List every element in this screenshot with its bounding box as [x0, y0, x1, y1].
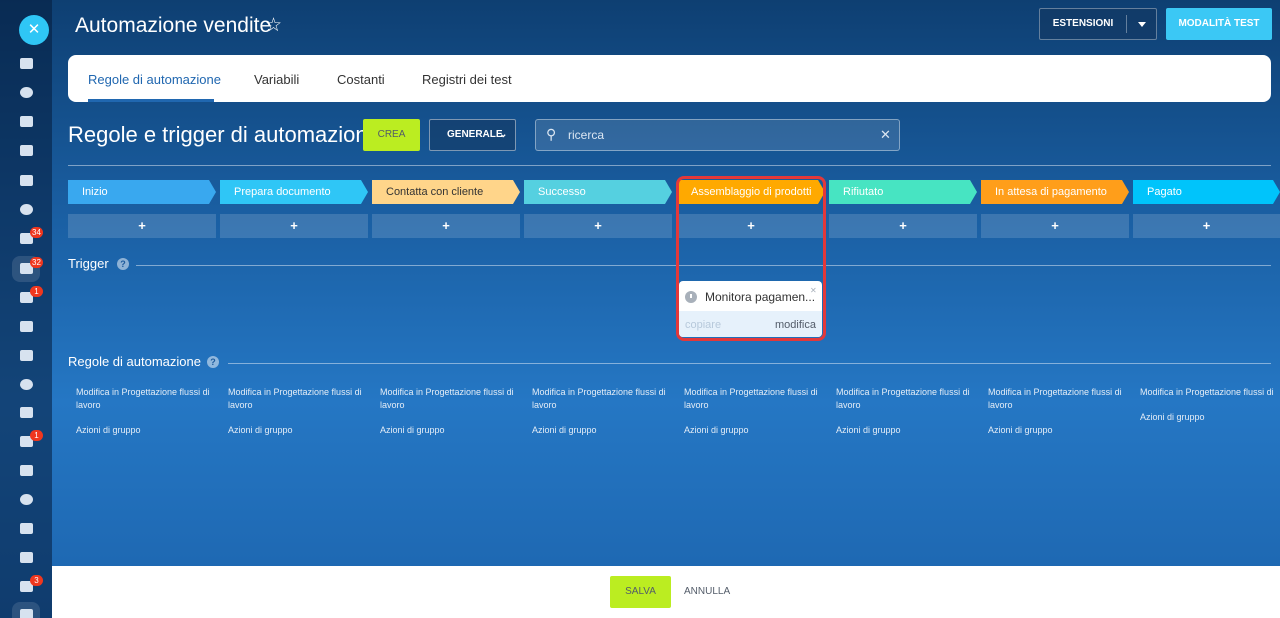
edit-in-workflow-designer-link[interactable]: Modifica in Progettazione flussi di lavo…: [532, 387, 666, 410]
edit-in-workflow-designer-link[interactable]: Modifica in Progettazione flussi di lavo…: [684, 387, 818, 410]
nodes-icon[interactable]: [18, 86, 34, 100]
trigger-card-header[interactable]: Monitora pagamen... ✕: [679, 281, 822, 311]
stage-in-attesa-di-pagamento[interactable]: In attesa di pagamento: [981, 180, 1129, 204]
clock-icon: [685, 291, 697, 303]
stage-successo[interactable]: Successo: [524, 180, 672, 204]
tab-constants[interactable]: Costanti: [337, 72, 385, 87]
group-actions-link[interactable]: Azioni di gruppo: [988, 424, 1130, 437]
rule-column: Modifica in Progettazione flussi di lavo…: [76, 386, 218, 437]
robot-badge: 3: [30, 575, 43, 586]
edit-in-workflow-designer-link[interactable]: Modifica in Progettazione flussi di lavo…: [988, 387, 1122, 410]
add-rule-button[interactable]: +: [1133, 214, 1280, 238]
stage-pagato[interactable]: Pagato: [1133, 180, 1280, 204]
group-actions-link[interactable]: Azioni di gruppo: [76, 424, 218, 437]
add-rule-button[interactable]: +: [524, 214, 672, 238]
chat-icon[interactable]: [18, 144, 34, 158]
tabs-panel: Regole di automazione Variabili Costanti…: [68, 55, 1271, 102]
close-icon[interactable]: ✕: [19, 15, 49, 45]
active-tab-indicator: [88, 99, 214, 102]
add-rule-button[interactable]: +: [829, 214, 977, 238]
stage-inizio[interactable]: Inizio: [68, 180, 216, 204]
rule-column: Modifica in Progettazione flussi di lavo…: [228, 386, 370, 437]
left-sidebar: ✕ 34 32 1 1 3: [0, 0, 52, 618]
rules-section-title: Regole di automazione: [68, 354, 201, 369]
home-icon[interactable]: [18, 57, 34, 71]
add-rule-button[interactable]: +: [220, 214, 368, 238]
target-icon[interactable]: [18, 203, 34, 217]
caret-down-icon[interactable]: [1138, 22, 1146, 27]
cancel-button[interactable]: ANNULLA: [684, 576, 730, 608]
trigger-card-actions: copiare modifica: [679, 311, 822, 337]
edit-link[interactable]: modifica: [775, 319, 816, 331]
footer-bar: SALVA ANNULLA: [52, 566, 1280, 618]
divider: [228, 363, 1271, 364]
section-title: Regole e trigger di automazione: [68, 122, 380, 147]
rule-column: Modifica in Progettazione flussi di lavo…: [836, 386, 978, 437]
star-outline-icon[interactable]: ☆: [265, 14, 282, 37]
stage-rifiutato[interactable]: Rifiutato: [829, 180, 977, 204]
rule-column: Modifica in Progettazione flussi di lavo…: [532, 386, 674, 437]
tab-test-logs[interactable]: Registri dei test: [422, 72, 512, 87]
extensions-label: ESTENSIONI: [1052, 18, 1114, 29]
tab-automation-rules[interactable]: Regole di automazione: [88, 72, 221, 87]
edit-in-workflow-designer-link[interactable]: Modifica in Progettazione flussi di lavo…: [1140, 387, 1276, 397]
analytics-icon[interactable]: [18, 493, 34, 507]
trigger-name: Monitora pagamen...: [705, 290, 816, 304]
rule-column: Modifica in Progettazione flussi di lavo…: [988, 386, 1130, 437]
stage-contatta-con-cliente[interactable]: Contatta con cliente: [372, 180, 520, 204]
tasks-badge: 34: [30, 227, 43, 238]
trigger-card[interactable]: Monitora pagamen... ✕ copiare modifica: [679, 281, 822, 337]
help-icon[interactable]: ?: [117, 258, 129, 270]
general-filter-label: GENERALE: [447, 129, 503, 140]
document-icon[interactable]: [18, 406, 34, 420]
copy-link[interactable]: copiare: [685, 319, 721, 331]
add-rule-button[interactable]: +: [981, 214, 1129, 238]
tab-variables[interactable]: Variabili: [254, 72, 299, 87]
feed-icon[interactable]: [18, 115, 34, 129]
extensions-button[interactable]: ESTENSIONI: [1039, 8, 1157, 40]
rule-column: Modifica in Progettazione flussi di lavo…: [1140, 386, 1276, 424]
edit-in-workflow-designer-link[interactable]: Modifica in Progettazione flussi di lavo…: [228, 387, 362, 410]
edit-in-workflow-designer-link[interactable]: Modifica in Progettazione flussi di lavo…: [836, 387, 970, 410]
create-button[interactable]: CREA: [363, 119, 420, 151]
people-icon[interactable]: [18, 378, 34, 392]
add-rule-button[interactable]: +: [68, 214, 216, 238]
search-box: ⚲ ✕: [535, 119, 900, 151]
contacts-badge: 1: [30, 286, 43, 297]
cart-icon[interactable]: [18, 522, 34, 536]
rule-column: Modifica in Progettazione flussi di lavo…: [684, 386, 826, 437]
add-rule-button[interactable]: +: [372, 214, 520, 238]
save-button[interactable]: SALVA: [610, 576, 671, 608]
chart-icon[interactable]: [18, 551, 34, 565]
stage-prepara-documento[interactable]: Prepara documento: [220, 180, 368, 204]
clear-search-icon[interactable]: ✕: [880, 127, 891, 143]
edit-in-workflow-designer-link[interactable]: Modifica in Progettazione flussi di lavo…: [380, 387, 514, 410]
help-icon[interactable]: ?: [207, 356, 219, 368]
divider: [68, 165, 1271, 166]
calendar-check-icon[interactable]: [18, 320, 34, 334]
divider: [1126, 15, 1127, 33]
box-icon[interactable]: [12, 602, 40, 618]
edit-in-workflow-designer-link[interactable]: Modifica in Progettazione flussi di lavo…: [76, 387, 210, 410]
group-actions-link[interactable]: Azioni di gruppo: [684, 424, 826, 437]
store-icon[interactable]: [18, 464, 34, 478]
calendar-icon[interactable]: [18, 174, 34, 188]
search-input[interactable]: [568, 126, 868, 144]
search-icon: ⚲: [546, 126, 557, 142]
mail-badge: 1: [30, 430, 43, 441]
rule-column: Modifica in Progettazione flussi di lavo…: [380, 386, 522, 437]
close-icon[interactable]: ✕: [810, 286, 817, 295]
chevron-down-icon: ⌄: [499, 129, 508, 140]
group-actions-link[interactable]: Azioni di gruppo: [532, 424, 674, 437]
group-actions-link[interactable]: Azioni di gruppo: [228, 424, 370, 437]
inbox-icon[interactable]: [18, 349, 34, 363]
group-actions-link[interactable]: Azioni di gruppo: [1140, 411, 1276, 424]
page-title: Automazione vendite: [75, 14, 272, 37]
general-filter-button[interactable]: GENERALE ⌄: [429, 119, 516, 151]
test-mode-button[interactable]: MODALITÀ TEST: [1166, 8, 1272, 40]
filter-badge: 32: [30, 257, 43, 268]
group-actions-link[interactable]: Azioni di gruppo: [836, 424, 978, 437]
group-actions-link[interactable]: Azioni di gruppo: [380, 424, 522, 437]
trigger-section-title: Trigger: [68, 256, 109, 271]
